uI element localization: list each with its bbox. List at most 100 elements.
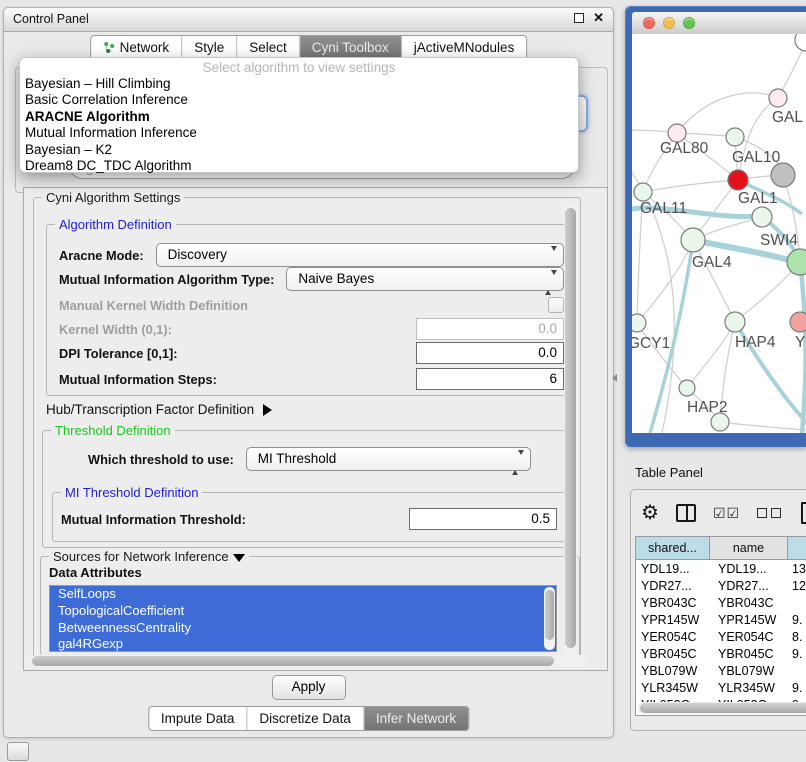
tab-style[interactable]: Style — [181, 36, 236, 59]
network-node-swi4[interactable] — [752, 207, 772, 227]
tab-discretize-data[interactable]: Discretize Data — [246, 707, 363, 730]
tab-label: Impute Data — [161, 707, 235, 730]
network-icon — [103, 42, 115, 54]
mi-steps-field[interactable]: 6 — [416, 368, 564, 390]
algorithm-option-dream8-dc-tdc-algorithm[interactable]: Dream8 DC_TDC Algorithm — [20, 158, 578, 174]
algorithm-option-bayesian-hill-climbing[interactable]: Bayesian – Hill Climbing — [20, 76, 578, 92]
column-header-2[interactable] — [788, 537, 806, 559]
network-node[interactable] — [787, 249, 806, 275]
tab-network[interactable]: Network — [91, 36, 182, 59]
collapse-arrow-icon — [233, 554, 245, 562]
attr-items: SelfLoopsTopologicalCoefficientBetweenne… — [50, 586, 556, 652]
mi-threshold-field[interactable]: 0.5 — [409, 508, 557, 530]
zoom-traffic-light-icon[interactable] — [683, 17, 695, 29]
network-node-gcy1[interactable] — [632, 314, 646, 332]
aracne-mode-combo[interactable]: Discovery — [156, 243, 564, 267]
network-node-gal4[interactable] — [681, 228, 705, 252]
mi-threshold-group: MI Threshold Definition Mutual Informati… — [52, 492, 566, 542]
hub-expander-label: Hub/Transcription Factor Definition — [46, 402, 254, 417]
network-node-gal10[interactable] — [726, 128, 744, 146]
network-edge — [720, 422, 806, 430]
network-view-window: GALGAL80GAL10GAL1GAL11SWI4GAL4GCY1HAP4YH… — [625, 6, 806, 447]
algorithm-dropdown-list: Bayesian – Hill ClimbingBasic Correlatio… — [20, 76, 578, 174]
tab-infer-network[interactable]: Infer Network — [363, 707, 468, 730]
algorithm-option-basic-correlation-inference[interactable]: Basic Correlation Inference — [20, 92, 578, 108]
table-row[interactable]: YPR145WYPR145W9. — [636, 611, 806, 628]
table-row[interactable]: YBR043CYBR043C — [636, 594, 806, 611]
stepper-arrows-icon — [512, 452, 524, 473]
algorithm-option-mutual-information-inference[interactable]: Mutual Information Inference — [20, 125, 578, 141]
table-cell: YER054C — [710, 630, 788, 644]
close-traffic-light-icon[interactable] — [643, 17, 655, 29]
network-node-gal1[interactable] — [728, 170, 748, 190]
settings-vscrollbar[interactable] — [564, 204, 577, 664]
attribute-item-betweennesscentrality[interactable]: BetweennessCentrality — [50, 620, 556, 637]
kernel-width-field[interactable]: 0.0 — [416, 318, 564, 340]
which-threshold-combo[interactable]: MI Threshold — [246, 447, 531, 471]
apply-button[interactable]: Apply — [272, 675, 346, 700]
expander-arrow-icon — [263, 404, 272, 416]
network-node[interactable] — [795, 34, 806, 51]
network-node-hap2[interactable] — [679, 380, 695, 396]
table-hscrollbar[interactable] — [638, 702, 806, 714]
mi-steps-label: Mutual Information Steps: — [59, 372, 217, 387]
close-icon[interactable]: ✕ — [593, 12, 604, 24]
table-cell: YBR045C — [636, 647, 710, 661]
kernel-width-label: Kernel Width (0,1): — [59, 322, 172, 337]
mi-type-value: Naive Bayes — [298, 271, 374, 286]
table-cell: 12 — [788, 579, 806, 593]
column-header-shared[interactable]: shared... — [636, 537, 710, 559]
table-row[interactable]: YBL079WYBL079W — [636, 662, 806, 679]
dpi-tolerance-field[interactable]: 0.0 — [416, 342, 564, 364]
minimize-traffic-light-icon[interactable] — [663, 17, 675, 29]
float-window-icon[interactable] — [574, 13, 584, 23]
column-header-name[interactable]: name — [710, 537, 788, 559]
table-cell: YBR045C — [710, 647, 788, 661]
table-row[interactable]: YBR045CYBR045C9. — [636, 645, 806, 662]
table-panel: ⚙ ☑☑ shared...name YDL19...YDL19...13YDR… — [630, 489, 806, 731]
algorithm-option-bayesian-k2[interactable]: Bayesian – K2 — [20, 142, 578, 158]
columns-icon[interactable] — [676, 504, 696, 522]
threshold-definition-group: Threshold Definition Which threshold to … — [42, 430, 574, 548]
network-window-titlebar[interactable] — [632, 12, 806, 35]
network-node-gal[interactable] — [769, 89, 787, 107]
network-node-y[interactable] — [790, 312, 806, 332]
cyni-settings-group: Cyni Algorithm Settings Algorithm Defini… — [33, 197, 581, 661]
tab-jactivemnodules[interactable]: jActiveMNodules — [401, 36, 527, 59]
attribute-item-topologicalcoefficient[interactable]: TopologicalCoefficient — [50, 603, 556, 620]
table-row[interactable]: YER054CYER054C8. — [636, 628, 806, 645]
attributes-scrollbar[interactable] — [544, 587, 555, 650]
select-all-checkboxes-icon[interactable]: ☑☑ — [713, 505, 740, 522]
sources-legend[interactable]: Sources for Network Inference — [49, 549, 249, 564]
data-attributes-list[interactable]: SelfLoopsTopologicalCoefficientBetweenne… — [49, 585, 557, 652]
settings-hscrollbar[interactable] — [30, 655, 585, 667]
tab-impute-data[interactable]: Impute Data — [149, 707, 247, 730]
manual-kernel-label: Manual Kernel Width Definition — [59, 298, 248, 313]
network-node-hap4[interactable] — [725, 312, 745, 332]
algorithm-option-aracne-algorithm[interactable]: ARACNE Algorithm — [20, 109, 578, 125]
table-row[interactable]: YDL19...YDL19...13 — [636, 560, 806, 577]
attribute-item-selfloops[interactable]: SelfLoops — [50, 586, 556, 603]
data-attributes-label: Data Attributes — [49, 565, 142, 580]
table-row[interactable]: YLR345WYLR345W9. — [636, 679, 806, 696]
minimized-panel-icon[interactable] — [7, 742, 29, 761]
aracne-mode-row: Aracne Mode: Discovery — [59, 243, 564, 267]
manual-kernel-checkbox[interactable] — [548, 297, 564, 313]
tab-cyni-toolbox[interactable]: Cyni Toolbox — [299, 36, 401, 59]
mi-type-combo[interactable]: Naive Bayes — [286, 267, 564, 291]
gear-icon[interactable]: ⚙ — [641, 503, 659, 523]
table-row[interactable]: YDR27...YDR27...12 — [636, 577, 806, 594]
attribute-item-gal4rgexp[interactable]: gal4RGexp — [50, 636, 556, 652]
dpi-tolerance-row: DPI Tolerance [0,1]: 0.0 — [59, 341, 564, 365]
network-node[interactable] — [771, 163, 795, 187]
control-panel-titlebar[interactable]: Control Panel ✕ — [4, 8, 613, 32]
network-node-gal11[interactable] — [634, 183, 652, 201]
tab-select[interactable]: Select — [236, 36, 299, 59]
table-cell: YBR043C — [710, 596, 788, 610]
tab-label: Network — [120, 36, 170, 59]
panel-divider-handle[interactable] — [612, 374, 617, 382]
deselect-checkboxes-icon[interactable] — [757, 508, 781, 518]
hub-expander[interactable]: Hub/Transcription Factor Definition — [46, 402, 272, 417]
network-canvas[interactable]: GALGAL80GAL10GAL1GAL11SWI4GAL4GCY1HAP4YH… — [632, 34, 806, 433]
document-icon[interactable] — [801, 502, 806, 524]
